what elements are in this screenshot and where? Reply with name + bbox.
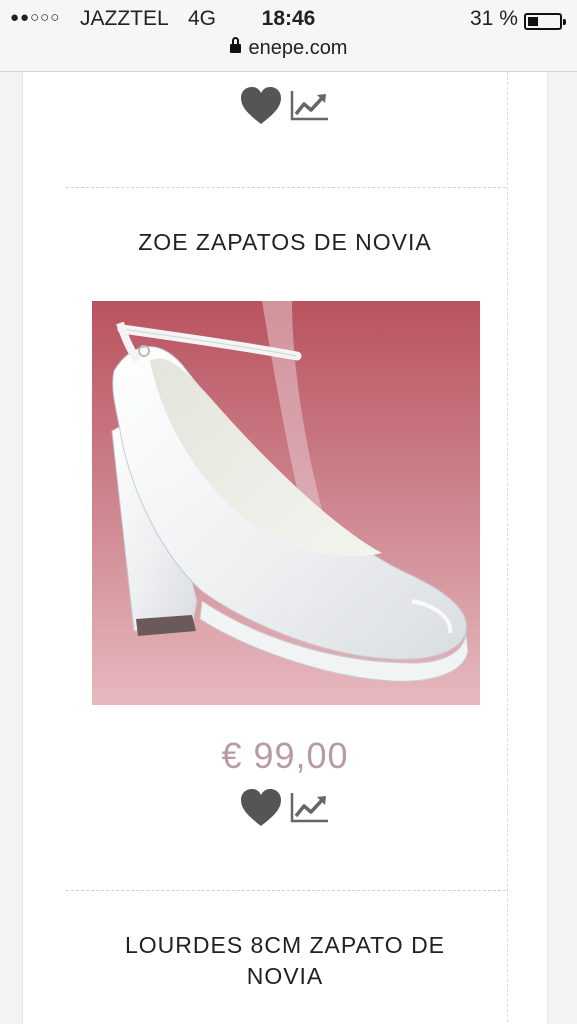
white-bridal-shoe-image[interactable] <box>92 301 480 705</box>
heart-icon[interactable] <box>240 788 282 828</box>
divider <box>66 890 506 891</box>
divider <box>66 187 506 188</box>
trend-chart-icon[interactable] <box>290 791 330 823</box>
status-row: ●●○○○ JAZZTEL 4G 18:46 31 % <box>0 5 577 33</box>
heart-icon[interactable] <box>240 86 282 126</box>
product-actions <box>240 86 340 126</box>
product-actions <box>240 788 340 828</box>
url-text: enepe.com <box>248 37 348 59</box>
product-title[interactable]: LOURDES 8CM ZAPATO DE NOVIA <box>110 930 460 992</box>
battery-percent: 31 % <box>470 7 518 30</box>
status-bar: ●●○○○ JAZZTEL 4G 18:46 31 % enepe.com <box>0 0 577 72</box>
battery-icon <box>524 13 566 30</box>
product-title[interactable]: ZOE ZAPATOS DE NOVIA <box>60 227 510 258</box>
lock-icon <box>229 37 241 53</box>
address-bar[interactable]: enepe.com <box>0 37 577 63</box>
trend-chart-icon[interactable] <box>290 89 330 121</box>
column-divider <box>507 72 508 1024</box>
product-price: € 99,00 <box>221 735 349 776</box>
